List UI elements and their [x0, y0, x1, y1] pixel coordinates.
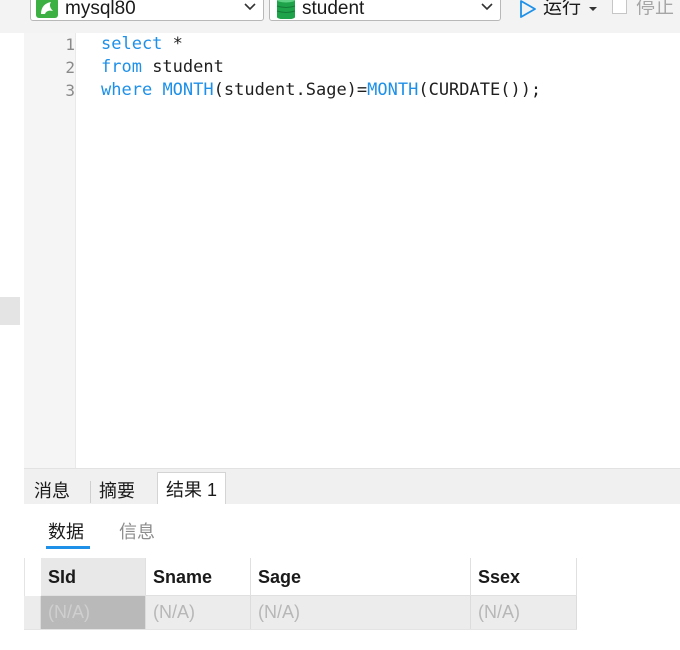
panel-resize-handle[interactable]	[0, 297, 20, 325]
tab-messages[interactable]: 消息	[26, 472, 78, 505]
table-cell[interactable]: (N/A)	[146, 596, 251, 629]
database-name: student	[302, 0, 365, 19]
table-cell[interactable]: (N/A)	[251, 596, 471, 629]
code-token: (CURDATE());	[418, 80, 542, 100]
stop-button[interactable]: 停止	[610, 0, 680, 22]
code-line: from student	[101, 56, 224, 79]
run-label: 运行	[543, 0, 582, 18]
keyword: select	[101, 34, 163, 54]
column-header-sname[interactable]: Sname	[146, 558, 251, 596]
result-grid[interactable]: SId Sname Sage Ssex (N/A) (N/A) (N/A) (N…	[24, 558, 680, 650]
result-sub-tabs: 数据 信息	[24, 504, 680, 558]
line-number: 2	[65, 58, 75, 77]
column-header-sage[interactable]: Sage	[251, 558, 471, 596]
connection-name: mysql80	[65, 0, 136, 19]
toolbar: mysql80 student 运行 停止	[0, 0, 680, 33]
keyword: where	[101, 80, 153, 100]
subtab-data[interactable]: 数据	[48, 520, 84, 544]
database-select[interactable]: student	[269, 0, 501, 21]
stop-label: 停止	[636, 0, 675, 18]
line-number-gutter: 1 2 3	[24, 33, 76, 468]
column-header-ssex[interactable]: Ssex	[471, 558, 577, 596]
function-name: MONTH	[367, 80, 419, 100]
code-line: where MONTH(student.Sage)=MONTH(CURDATE(…	[101, 79, 541, 102]
keyword: from	[101, 57, 142, 77]
stop-icon	[612, 0, 627, 14]
connection-select[interactable]: mysql80	[30, 0, 264, 21]
run-button[interactable]: 运行	[516, 0, 602, 22]
column-header-sid[interactable]: SId	[41, 558, 146, 596]
code-token: *	[162, 34, 183, 54]
code-line: select *	[101, 33, 183, 56]
tab-summary[interactable]: 摘要	[91, 472, 143, 505]
sql-editor[interactable]: 1 2 3 select * from student where MONTH(…	[24, 33, 680, 468]
result-tab-bar: 消息 摘要 结果 1	[24, 468, 680, 505]
line-number: 1	[65, 35, 75, 54]
code-token: (student.Sage)=	[213, 80, 368, 100]
row-selector[interactable]	[24, 596, 41, 629]
active-subtab-indicator	[46, 546, 90, 549]
grid-row-border	[24, 629, 577, 630]
code-token: student	[141, 57, 224, 77]
function-name: MONTH	[162, 80, 214, 100]
line-number: 3	[65, 81, 75, 100]
tab-result-1[interactable]: 结果 1	[157, 472, 227, 505]
subtab-info[interactable]: 信息	[119, 520, 155, 544]
table-cell[interactable]: (N/A)	[471, 596, 577, 629]
table-cell[interactable]: (N/A)	[41, 596, 146, 629]
